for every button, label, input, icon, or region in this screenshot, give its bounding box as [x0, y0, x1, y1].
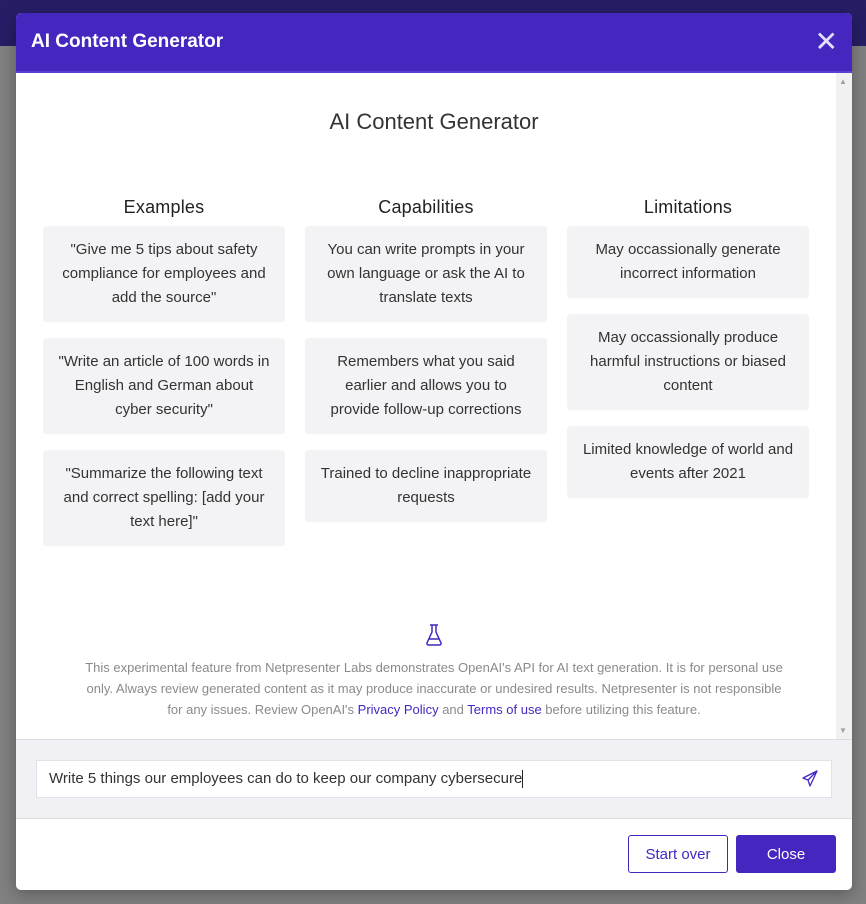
privacy-policy-link[interactable]: Privacy Policy — [358, 702, 439, 717]
prompt-text: Write 5 things our employees can do to k… — [49, 769, 523, 787]
limitation-card: Limited knowledge of world and events af… — [567, 426, 809, 498]
example-card[interactable]: "Summarize the following text and correc… — [43, 450, 285, 546]
prompt-input[interactable]: Write 5 things our employees can do to k… — [36, 760, 832, 798]
column-heading: Limitations — [643, 197, 733, 217]
info-columns: Examples "Give me 5 tips about safety co… — [43, 197, 852, 562]
column-heading: Examples — [123, 197, 205, 217]
capability-card: You can write prompts in your own langua… — [305, 226, 547, 322]
scrollbar[interactable]: ▲ ▼ — [836, 73, 852, 739]
close-icon[interactable]: ✕ — [815, 28, 838, 56]
capability-card: Remembers what you said earlier and allo… — [305, 338, 547, 434]
limitation-card: May occassionally generate incorrect inf… — [567, 226, 809, 298]
ai-content-generator-dialog: AI Content Generator ✕ ▲ ▼ AI Content Gen… — [16, 13, 852, 890]
capability-card: Trained to decline inappropriate request… — [305, 450, 547, 522]
disclaimer-part: and — [438, 702, 468, 717]
flask-icon — [16, 624, 852, 651]
dialog-title: AI Content Generator — [31, 31, 224, 52]
scroll-down-icon[interactable]: ▼ — [839, 726, 847, 735]
disclaimer-part: before utilizing this feature. — [541, 702, 701, 717]
prompt-area: Write 5 things our employees can do to k… — [16, 739, 852, 819]
examples-column: Examples "Give me 5 tips about safety co… — [43, 197, 285, 562]
dialog-body: ▲ ▼ AI Content Generator Examples "Give m… — [16, 73, 852, 739]
limitation-card: May occassionally produce harmful instru… — [567, 314, 809, 410]
example-card[interactable]: "Write an article of 100 words in Englis… — [43, 338, 285, 434]
dialog-footer: Start over Close — [16, 819, 852, 889]
column-heading: Capabilities — [378, 197, 474, 217]
example-card[interactable]: "Give me 5 tips about safety compliance … — [43, 226, 285, 322]
content-title: AI Content Generator — [329, 109, 539, 134]
scroll-up-icon[interactable]: ▲ — [839, 77, 847, 86]
close-button[interactable]: Close — [736, 835, 836, 873]
capabilities-column: Capabilities You can write prompts in yo… — [305, 197, 547, 562]
send-icon[interactable] — [801, 770, 819, 788]
dialog-header: AI Content Generator ✕ — [16, 13, 852, 73]
disclaimer-text: This experimental feature from Netpresen… — [84, 657, 784, 720]
terms-of-use-link[interactable]: Terms of use — [467, 702, 541, 717]
limitations-column: Limitations May occassionally generate i… — [567, 197, 809, 562]
start-over-button[interactable]: Start over — [628, 835, 728, 873]
